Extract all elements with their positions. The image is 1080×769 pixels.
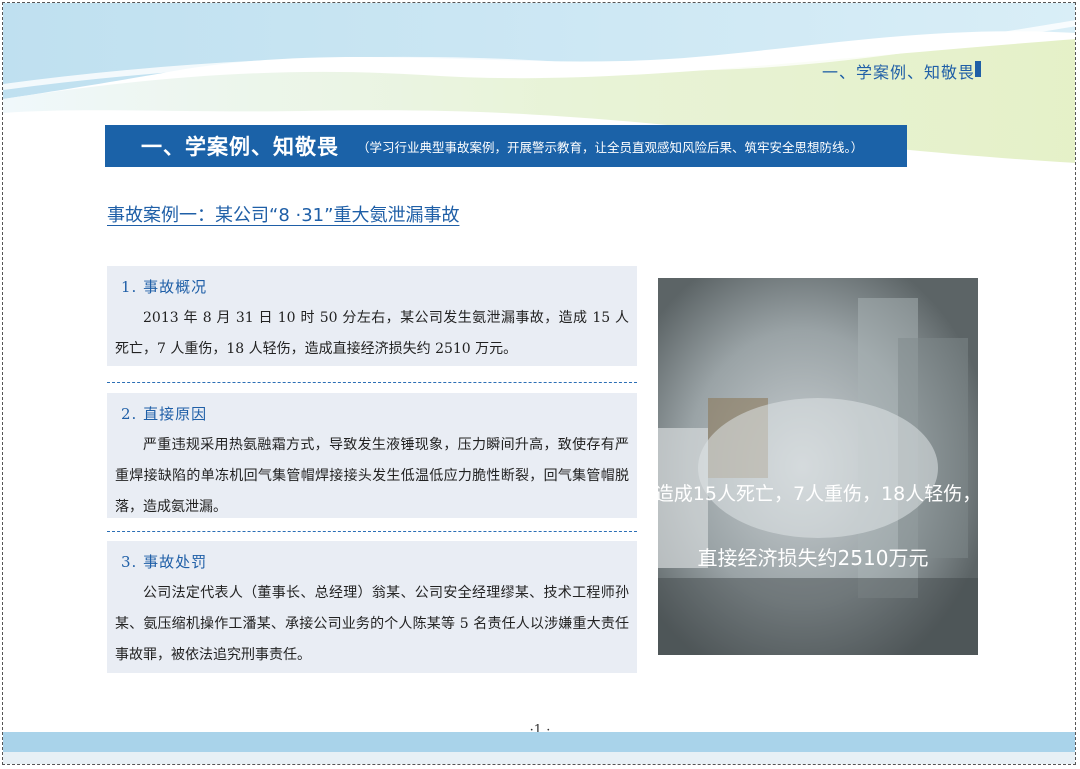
section-divider [107, 382, 637, 383]
header-bar-mark [975, 61, 981, 77]
section-title-banner: 一、学案例、知敬畏 （学习行业典型事故案例，开展警示教育，让全员直观感知风险后果… [105, 125, 907, 167]
document-page: 一、学案例、知敬畏 一、学案例、知敬畏 （学习行业典型事故案例，开展警示教育，让… [2, 2, 1076, 765]
section-title: 3. 事故处罚 [121, 553, 208, 571]
accident-scene-photo: 造成15人死亡，7人重伤，18人轻伤， 直接经济损失约2510万元 [658, 278, 978, 655]
section-divider [107, 531, 637, 532]
section-body: 2013 年 8 月 31 日 10 时 50 分左右，某公司发生氨泄漏事故，造… [115, 310, 629, 357]
photo-caption-line2: 直接经济损失约2510万元 [698, 546, 929, 570]
section-title: 1. 事故概况 [121, 278, 208, 296]
section-body: 严重违规采用热氨融霜方式，导致发生液锤现象，压力瞬间升高，致使存有严重焊接缺陷的… [115, 437, 629, 515]
section-body: 公司法定代表人（董事长、总经理）翁某、公司安全经理缪某、技术工程师孙某、氨压缩机… [115, 585, 629, 663]
section-title: 2. 直接原因 [121, 405, 208, 423]
section-direct-cause: 2. 直接原因 严重违规采用热氨融霜方式，导致发生液锤现象，压力瞬间升高，致使存… [107, 393, 637, 518]
section-overview: 1. 事故概况 2013 年 8 月 31 日 10 时 50 分左右，某公司发… [107, 266, 637, 366]
photo-caption-line1: 造成15人死亡，7人重伤，18人轻伤， [658, 483, 978, 505]
case-heading: 事故案例一：某公司“8 ·31”重大氨泄漏事故 [107, 205, 460, 226]
running-header-title: 一、学案例、知敬畏 [821, 63, 975, 82]
footer-band-decoration [3, 732, 1075, 764]
banner-title: 一、学案例、知敬畏 [141, 135, 339, 159]
section-penalty: 3. 事故处罚 公司法定代表人（董事长、总经理）翁某、公司安全经理缪某、技术工程… [107, 541, 637, 673]
banner-subtitle: （学习行业典型事故案例，开展警示教育，让全员直观感知风险后果、筑牢安全思想防线。… [357, 139, 864, 155]
